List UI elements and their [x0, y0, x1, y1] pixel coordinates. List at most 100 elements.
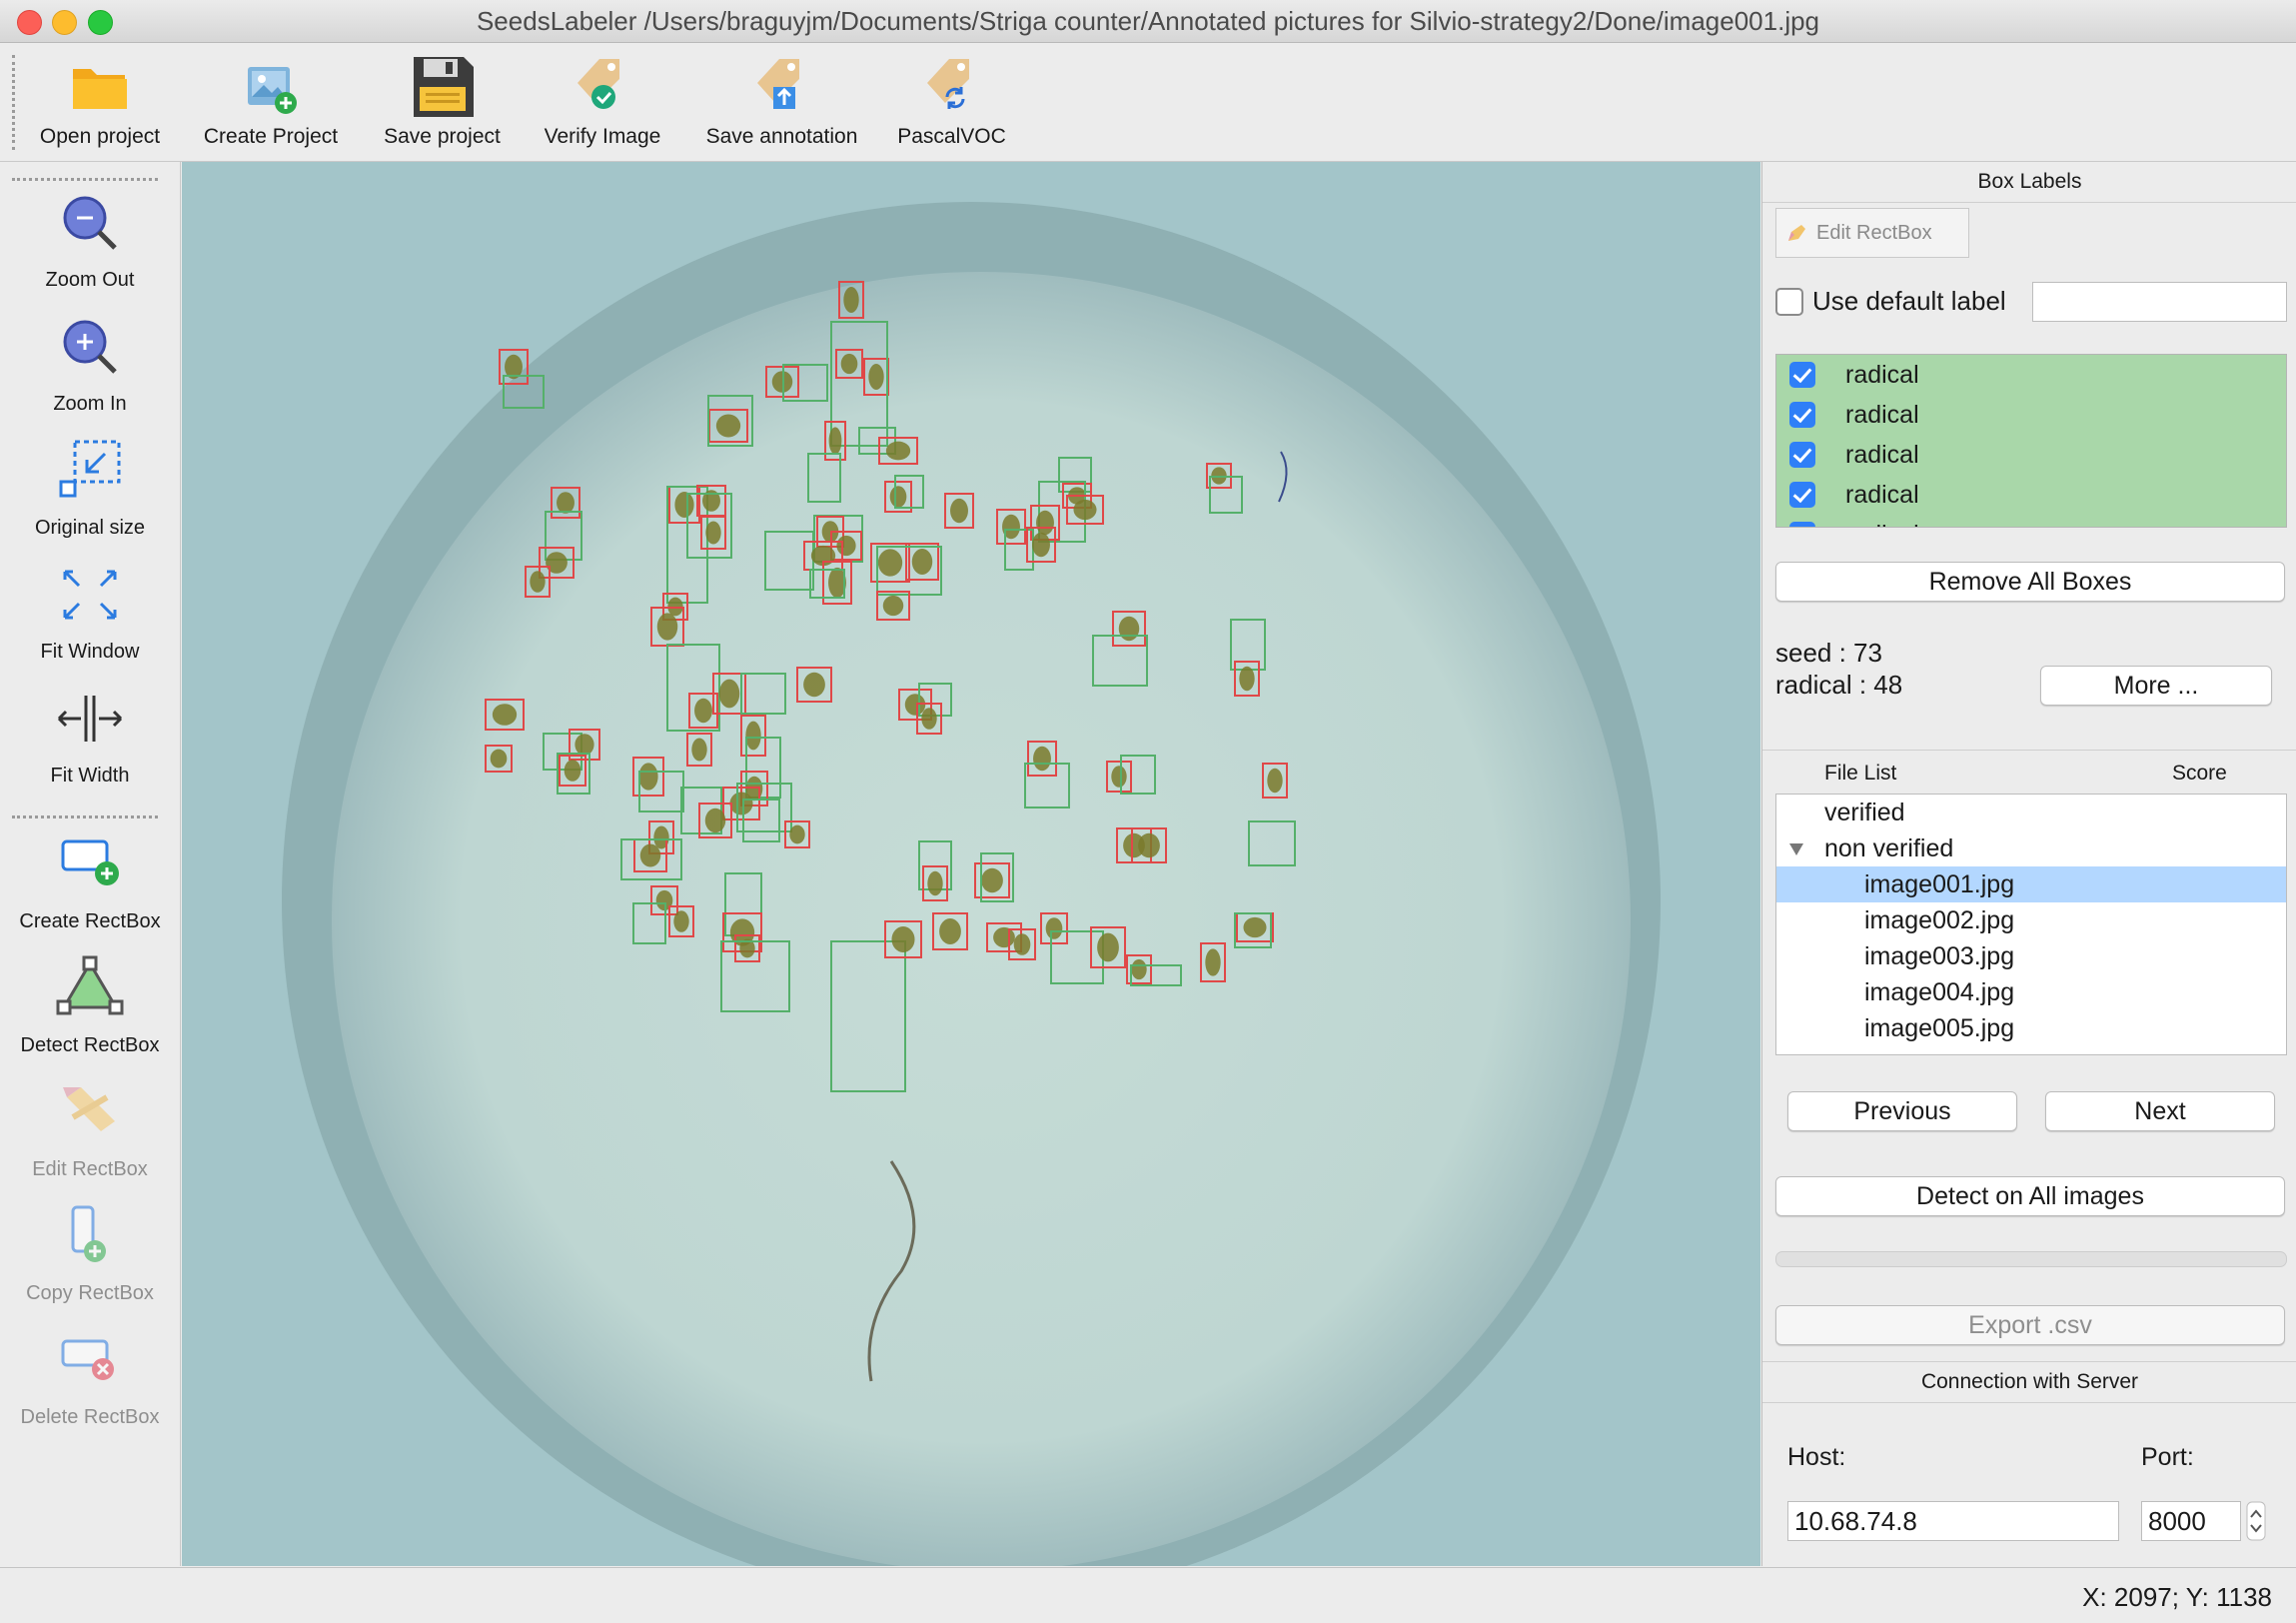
detect-all-images-button[interactable]: Detect on All images: [1775, 1176, 2285, 1216]
seed-blob: [729, 792, 753, 815]
right-dock-panel: Box Labels Edit RectBox Use default labe…: [1761, 162, 2296, 1566]
label-checkbox[interactable]: [1789, 522, 1815, 527]
seed-blob: [868, 364, 884, 390]
seed-blob: [843, 287, 859, 313]
host-input[interactable]: 10.68.74.8: [1787, 1501, 2119, 1541]
file-list-header: File List Score: [1762, 754, 2296, 794]
fit-width-button[interactable]: Fit Width: [0, 680, 180, 798]
copy-rectbox-button[interactable]: Copy RectBox: [0, 1197, 180, 1315]
host-label: Host:: [1787, 1443, 1846, 1471]
export-csv-button[interactable]: Export .csv: [1775, 1305, 2285, 1345]
original-size-button[interactable]: Original size: [0, 432, 180, 550]
cursor-coordinates: X: 2097; Y: 1138: [2082, 1582, 2272, 1612]
fit-window-button[interactable]: Fit Window: [0, 556, 180, 674]
seed-blob: [704, 808, 726, 833]
seed-blob: [840, 353, 858, 375]
port-label: Port:: [2141, 1443, 2194, 1471]
seed-blob: [981, 867, 1003, 893]
open-project-button[interactable]: Open project: [30, 49, 170, 157]
box-label-list[interactable]: radical radical radical radical radical: [1775, 354, 2287, 528]
seed-blob: [1033, 746, 1051, 772]
seed-blob: [715, 414, 741, 438]
next-button[interactable]: Next: [2045, 1091, 2275, 1131]
seed-blob: [1111, 766, 1127, 788]
title-bar: SeedsLabeler /Users/braguyjm/Documents/S…: [0, 0, 2296, 43]
seed-blob: [1097, 932, 1119, 962]
triangle-down-icon[interactable]: [1788, 842, 1804, 856]
remove-all-boxes-button[interactable]: Remove All Boxes: [1775, 562, 2285, 602]
toolbar-grip[interactable]: [12, 55, 18, 150]
create-rectbox-button[interactable]: Create RectBox: [0, 825, 180, 943]
use-default-label-text: Use default label: [1812, 286, 2006, 316]
score-column-header[interactable]: Score: [2172, 754, 2227, 794]
seed-blob: [789, 824, 805, 844]
label-list-item[interactable]: radical: [1776, 515, 2286, 527]
seed-blob: [656, 613, 678, 641]
detect-rectbox-button[interactable]: Detect RectBox: [0, 949, 180, 1067]
label-list-item[interactable]: radical: [1776, 435, 2286, 475]
more-button[interactable]: More ...: [2040, 666, 2272, 706]
file-item[interactable]: image004.jpg: [1776, 974, 2286, 1010]
seed-blob: [1239, 666, 1255, 692]
fit-window-icon: [63, 570, 117, 620]
original-size-icon: [59, 440, 121, 498]
box-labels-title: Box Labels: [1762, 162, 2296, 203]
folder-icon: [73, 69, 127, 109]
edit-rectbox-dock-button[interactable]: Edit RectBox: [1775, 208, 1969, 258]
save-project-button[interactable]: Save project: [370, 49, 515, 157]
label-list-item[interactable]: radical: [1776, 395, 2286, 435]
seed-blob: [836, 535, 856, 557]
verify-image-button[interactable]: Verify Image: [533, 49, 672, 157]
tree-group-verified[interactable]: verified: [1776, 795, 2286, 830]
port-stepper-icon[interactable]: [2246, 1501, 2266, 1541]
seed-blob: [1045, 917, 1063, 939]
label-list-item[interactable]: radical: [1776, 475, 2286, 515]
tag-sync-icon: [926, 59, 969, 109]
seed-blob: [691, 738, 707, 762]
file-tree[interactable]: verified non verified image001.jpg image…: [1775, 794, 2287, 1055]
seed-blob: [718, 679, 740, 709]
image-canvas[interactable]: [182, 162, 1760, 1566]
seed-blob: [1138, 832, 1160, 858]
label-checkbox[interactable]: [1789, 402, 1815, 428]
default-label-input[interactable]: [2032, 282, 2287, 322]
file-item[interactable]: image001.jpg: [1776, 866, 2286, 902]
tag-upload-icon: [756, 59, 799, 109]
file-item[interactable]: image003.jpg: [1776, 938, 2286, 974]
label-checkbox[interactable]: [1789, 482, 1815, 508]
seed-blob: [911, 549, 933, 575]
tree-group-non-verified[interactable]: non verified: [1776, 830, 2286, 866]
delete-rectbox-button[interactable]: Delete RectBox: [0, 1321, 180, 1439]
pascalvoc-button[interactable]: PascalVOC: [884, 49, 1019, 157]
seed-blob: [673, 910, 689, 932]
file-list-title[interactable]: File List: [1824, 754, 1896, 794]
seed-blob: [950, 498, 968, 524]
file-item[interactable]: image002.jpg: [1776, 902, 2286, 938]
zoom-out-icon: [63, 196, 117, 250]
use-default-label-checkbox[interactable]: [1775, 288, 1803, 316]
sidebar-separator: [12, 815, 158, 818]
seed-blob: [1118, 616, 1140, 642]
save-annotation-button[interactable]: Save annotation: [699, 49, 864, 157]
seed-blob: [1131, 958, 1147, 980]
zoom-in-button[interactable]: Zoom In: [0, 308, 180, 426]
radical-count: radical : 48: [1775, 670, 1903, 700]
seed-blob: [1013, 933, 1031, 955]
label-checkbox[interactable]: [1789, 442, 1815, 468]
create-project-button[interactable]: Create Project: [196, 49, 346, 157]
pencil-icon: [1788, 225, 1805, 241]
create-project-icon: [248, 67, 297, 114]
seed-blob: [490, 749, 508, 769]
edit-rectbox-button[interactable]: Edit RectBox: [0, 1073, 180, 1191]
label-list-item[interactable]: radical: [1776, 355, 2286, 395]
seed-count: seed : 73: [1775, 638, 1882, 668]
seed-blob: [564, 760, 581, 782]
seed-blob: [530, 571, 546, 593]
zoom-out-button[interactable]: Zoom Out: [0, 184, 180, 302]
label-checkbox[interactable]: [1789, 362, 1815, 388]
port-input[interactable]: 8000: [2141, 1501, 2241, 1541]
file-item[interactable]: image005.jpg: [1776, 1010, 2286, 1046]
floppy-disk-icon: [413, 57, 474, 117]
previous-button[interactable]: Previous: [1787, 1091, 2017, 1131]
annotated-petri-dish-image: [182, 162, 1760, 1566]
